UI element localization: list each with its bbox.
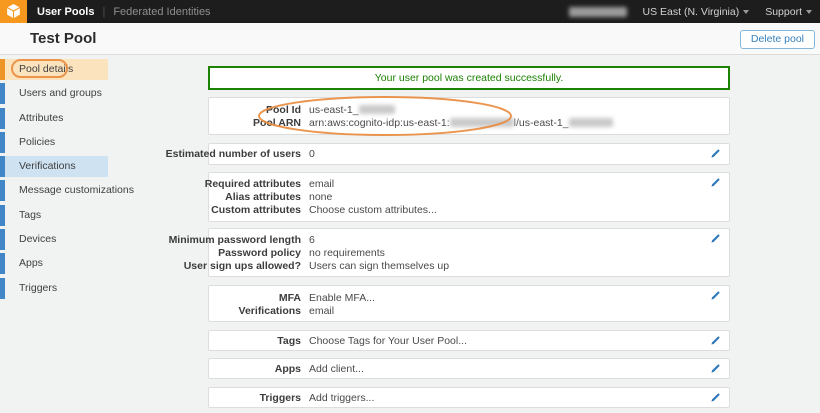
mfa-card: MFA Enable MFA... Verifications email (208, 285, 730, 322)
sidebar-nav: Pool details Users and groups Attributes… (0, 59, 108, 302)
topbar-right: US East (N. Virginia) Support (569, 6, 820, 18)
pool-id-redacted (359, 105, 395, 114)
choose-custom-attributes-link[interactable]: Choose custom attributes... (309, 204, 437, 217)
edit-icon[interactable] (710, 148, 721, 159)
user-signups-label: User sign ups allowed? (151, 260, 301, 273)
verifications-value: email (309, 305, 334, 318)
sidebar-item-verifications[interactable]: Verifications (0, 156, 108, 177)
cognito-console-page: User Pools | Federated Identities US Eas… (0, 0, 820, 413)
edit-icon[interactable] (710, 363, 721, 374)
cognito-logo[interactable] (0, 0, 27, 23)
sidebar-item-devices[interactable]: Devices (0, 229, 108, 250)
min-password-length-value: 6 (309, 234, 315, 247)
tags-card: Tags Choose Tags for Your User Pool... (208, 330, 730, 351)
user-signups-value: Users can sign themselves up (309, 260, 449, 273)
pool-id-value: us-east-1_ (309, 104, 395, 117)
min-password-length-label: Minimum password length (151, 234, 301, 247)
estimated-users-card: Estimated number of users 0 (208, 143, 730, 165)
region-menu[interactable]: US East (N. Virginia) (643, 6, 750, 18)
page-title: Test Pool (30, 30, 96, 47)
sidebar-item-attributes[interactable]: Attributes (0, 108, 108, 129)
password-policy-value: no requirements (309, 247, 385, 260)
alias-attributes-label: Alias attributes (151, 191, 301, 204)
pool-arn-redacted-id (569, 118, 613, 127)
enable-mfa-link[interactable]: Enable MFA... (309, 292, 375, 305)
success-banner: Your user pool was created successfully. (208, 66, 730, 90)
sidebar-item-policies[interactable]: Policies (0, 132, 108, 153)
estimated-users-label: Estimated number of users (151, 148, 301, 161)
apps-label: Apps (209, 363, 301, 376)
custom-attributes-label: Custom attributes (151, 204, 301, 217)
pool-id-row: Pool Id us-east-1_ (209, 104, 729, 117)
pool-arn-value: arn:aws:cognito-idp:us-east-1:l/us-east-… (309, 117, 613, 130)
edit-icon[interactable] (710, 177, 721, 188)
service-tabs: User Pools | Federated Identities (37, 6, 211, 18)
chevron-down-icon (806, 10, 812, 14)
tab-divider: | (102, 6, 105, 18)
edit-icon[interactable] (710, 335, 721, 346)
account-name-redacted[interactable] (569, 7, 627, 17)
sidebar-item-message-customizations[interactable]: Message customizations (0, 180, 108, 201)
pool-arn-redacted-account (450, 118, 514, 127)
choose-tags-link[interactable]: Choose Tags for Your User Pool... (309, 335, 467, 348)
sidebar-item-pool-details[interactable]: Pool details (0, 59, 108, 80)
sidebar-item-apps[interactable]: Apps (0, 253, 108, 274)
chevron-down-icon (743, 10, 749, 14)
sidebar-item-tags[interactable]: Tags (0, 205, 108, 226)
triggers-card: Triggers Add triggers... (208, 387, 730, 408)
sidebar-item-users-and-groups[interactable]: Users and groups (0, 83, 108, 104)
support-menu[interactable]: Support (765, 6, 812, 18)
tab-user-pools[interactable]: User Pools (37, 6, 94, 18)
cognito-cube-icon (4, 2, 23, 21)
edit-icon[interactable] (710, 233, 721, 244)
tags-label: Tags (209, 335, 301, 348)
apps-card: Apps Add client... (208, 358, 730, 379)
pool-arn-label: Pool ARN (209, 117, 301, 130)
required-attributes-label: Required attributes (151, 178, 301, 191)
edit-icon[interactable] (710, 392, 721, 403)
required-attributes-value: email (309, 178, 334, 191)
top-navigation-bar: User Pools | Federated Identities US Eas… (0, 0, 820, 23)
edit-icon[interactable] (710, 290, 721, 301)
password-policy-label: Password policy (151, 247, 301, 260)
pool-id-label: Pool Id (209, 104, 301, 117)
delete-pool-button[interactable]: Delete pool (740, 30, 815, 49)
password-policy-card: Minimum password length 6 Password polic… (208, 228, 730, 277)
pool-arn-row: Pool ARN arn:aws:cognito-idp:us-east-1:l… (209, 117, 729, 130)
sidebar-item-triggers[interactable]: Triggers (0, 278, 108, 299)
triggers-label: Triggers (209, 392, 301, 405)
add-client-link[interactable]: Add client... (309, 363, 364, 376)
verifications-label: Verifications (209, 305, 301, 318)
estimated-users-value: 0 (309, 148, 315, 161)
mfa-label: MFA (209, 292, 301, 305)
alias-attributes-value: none (309, 191, 332, 204)
tab-federated-identities[interactable]: Federated Identities (113, 6, 210, 18)
attributes-card: Required attributes email Alias attribut… (208, 172, 730, 222)
pool-info-card: Pool Id us-east-1_ Pool ARN arn:aws:cogn… (208, 97, 730, 135)
add-triggers-link[interactable]: Add triggers... (309, 392, 374, 405)
page-header: Test Pool Delete pool (0, 23, 820, 55)
